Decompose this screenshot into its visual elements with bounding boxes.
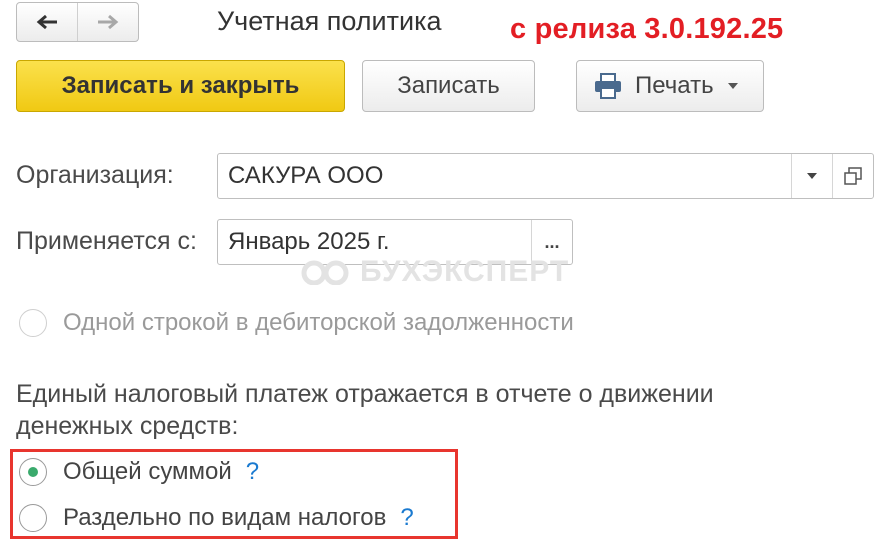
printer-icon [595, 73, 621, 99]
print-label: Печать [635, 72, 714, 99]
organization-field[interactable]: САКУРА ООО [217, 153, 874, 199]
watermark-text: БУХЭКСПЕРТ [360, 255, 570, 288]
chevron-down-icon [807, 173, 817, 179]
watermark: БУХЭКСПЕРТ [300, 255, 569, 289]
organization-dropdown-button[interactable] [791, 154, 832, 198]
navigation-buttons [16, 2, 139, 42]
open-window-icon [844, 167, 862, 185]
option-total-sum-radio[interactable] [19, 458, 47, 486]
option-total-sum[interactable]: Общей суммой ? [19, 458, 259, 486]
help-icon[interactable]: ? [246, 458, 259, 486]
debt-option-radio[interactable] [19, 309, 47, 337]
arrow-left-icon [36, 14, 57, 30]
organization-label: Организация: [16, 161, 174, 189]
option-by-tax-type-radio[interactable] [19, 504, 47, 532]
help-icon[interactable]: ? [400, 504, 413, 532]
chevron-down-icon [727, 83, 738, 89]
window-title: Учетная политика [217, 6, 442, 36]
option-by-tax-type-label: Раздельно по видам налогов [63, 504, 387, 531]
organization-value: САКУРА ООО [228, 162, 384, 189]
organization-open-button[interactable] [832, 154, 873, 198]
forward-button[interactable] [77, 3, 138, 41]
arrow-right-icon [98, 14, 119, 30]
option-by-tax-type[interactable]: Раздельно по видам налогов ? [19, 504, 414, 532]
applies-from-label: Применяется с: [16, 227, 197, 255]
period-select-label: ... [544, 231, 560, 252]
ens-caption: Единый налоговый платеж отражается в отч… [16, 380, 714, 440]
debt-option-label: Одной строкой в дебиторской задолженност… [63, 309, 574, 336]
applies-from-value: Январь 2025 г. [228, 228, 390, 255]
save-button[interactable]: Записать [362, 60, 535, 112]
back-button[interactable] [17, 3, 77, 41]
watermark-logo-icon [301, 260, 349, 285]
print-button[interactable]: Печать [576, 60, 764, 112]
save-and-close-button[interactable]: Записать и закрыть [16, 60, 345, 112]
release-annotation: с релиза 3.0.192.25 [510, 13, 784, 45]
debt-option[interactable]: Одной строкой в дебиторской задолженност… [19, 309, 574, 337]
radio-selected-dot [28, 467, 38, 477]
option-total-sum-label: Общей суммой [63, 458, 232, 485]
